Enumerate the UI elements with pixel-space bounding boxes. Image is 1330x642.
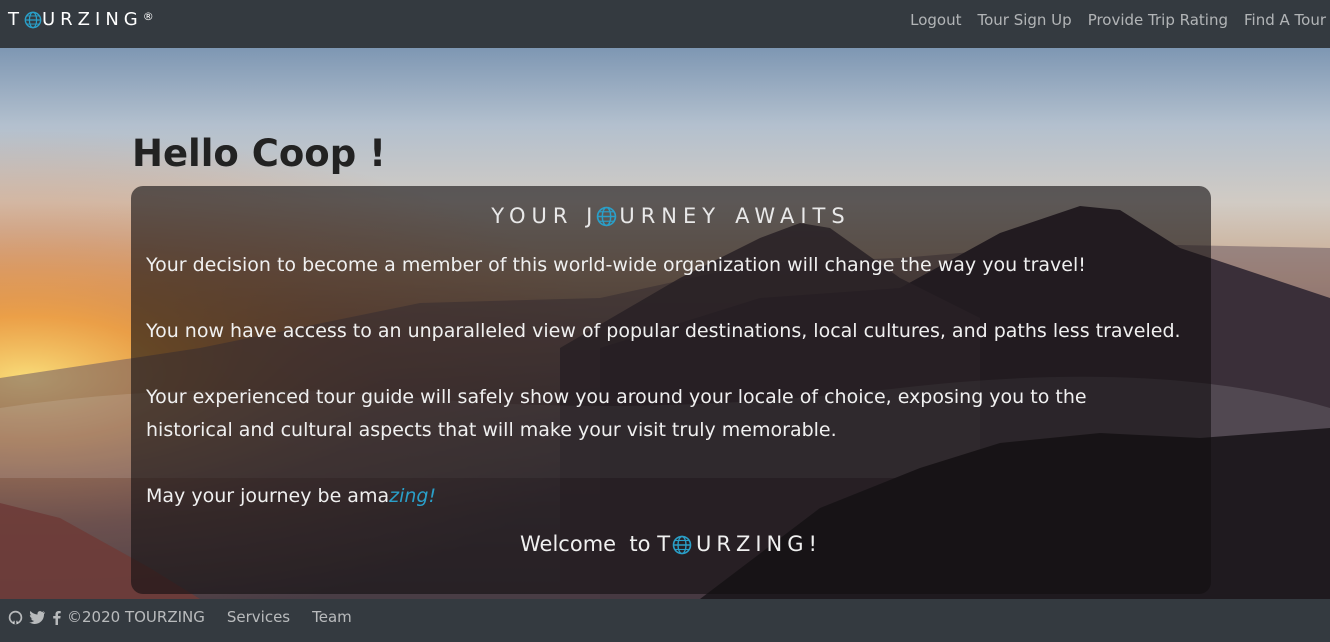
brand-text-suffix: URZING <box>42 9 143 30</box>
brand-logo[interactable]: T URZING ® <box>8 9 154 30</box>
footer: ©2020 TOURZING Services Team <box>0 599 1330 642</box>
card-paragraph-2: You now have access to an unparalleled v… <box>146 320 1181 342</box>
card-title: YOUR J URNEY AWAITS <box>131 203 1211 228</box>
brand-text-prefix: T <box>8 9 24 30</box>
github-icon[interactable] <box>8 610 23 625</box>
footer-copyright: ©2020 TOURZING <box>67 608 205 626</box>
top-navbar: T URZING ® Logout Tour Sign Up Provide T… <box>0 0 1330 48</box>
welcome-brand-suffix: URZING! <box>696 532 822 556</box>
card-paragraph-3: Your experienced tour guide will safely … <box>146 386 1087 408</box>
nav-link-provide-trip-rating[interactable]: Provide Trip Rating <box>1088 11 1228 29</box>
twitter-icon[interactable] <box>29 610 46 625</box>
footer-link-team[interactable]: Team <box>312 608 352 626</box>
nav-link-tour-sign-up[interactable]: Tour Sign Up <box>977 11 1071 29</box>
globe-icon <box>597 206 617 226</box>
nav-link-logout[interactable]: Logout <box>910 11 961 29</box>
card-title-prefix: YOUR J <box>491 204 599 228</box>
welcome-card: YOUR J URNEY AWAITS Your decision to beco… <box>131 186 1211 594</box>
card-paragraph-1: Your decision to become a member of this… <box>146 254 1086 276</box>
closing-plain: May your journey be ama <box>146 485 390 507</box>
welcome-line: Welcome to T URZING! <box>131 532 1211 556</box>
nav-links: Logout Tour Sign Up Provide Trip Rating … <box>910 11 1326 29</box>
globe-icon <box>672 535 692 555</box>
nav-link-find-a-tour[interactable]: Find A Tour <box>1244 11 1326 29</box>
globe-icon <box>24 11 42 28</box>
card-closing: May your journey be amazing! <box>146 480 436 513</box>
card-paragraph-4: historical and cultural aspects that wil… <box>146 419 837 441</box>
card-title-suffix: URNEY <box>619 204 722 228</box>
facebook-icon[interactable] <box>52 610 61 625</box>
card-title-end: AWAITS <box>735 204 851 228</box>
footer-link-services[interactable]: Services <box>227 608 290 626</box>
greeting-heading: Hello Coop ! <box>132 132 386 175</box>
closing-accent: zing! <box>389 485 437 507</box>
welcome-text: Welcome to <box>520 532 658 556</box>
registered-mark: ® <box>142 10 154 23</box>
hero-section: Hello Coop ! YOUR J URNEY AWAITS Your dec… <box>0 48 1330 599</box>
